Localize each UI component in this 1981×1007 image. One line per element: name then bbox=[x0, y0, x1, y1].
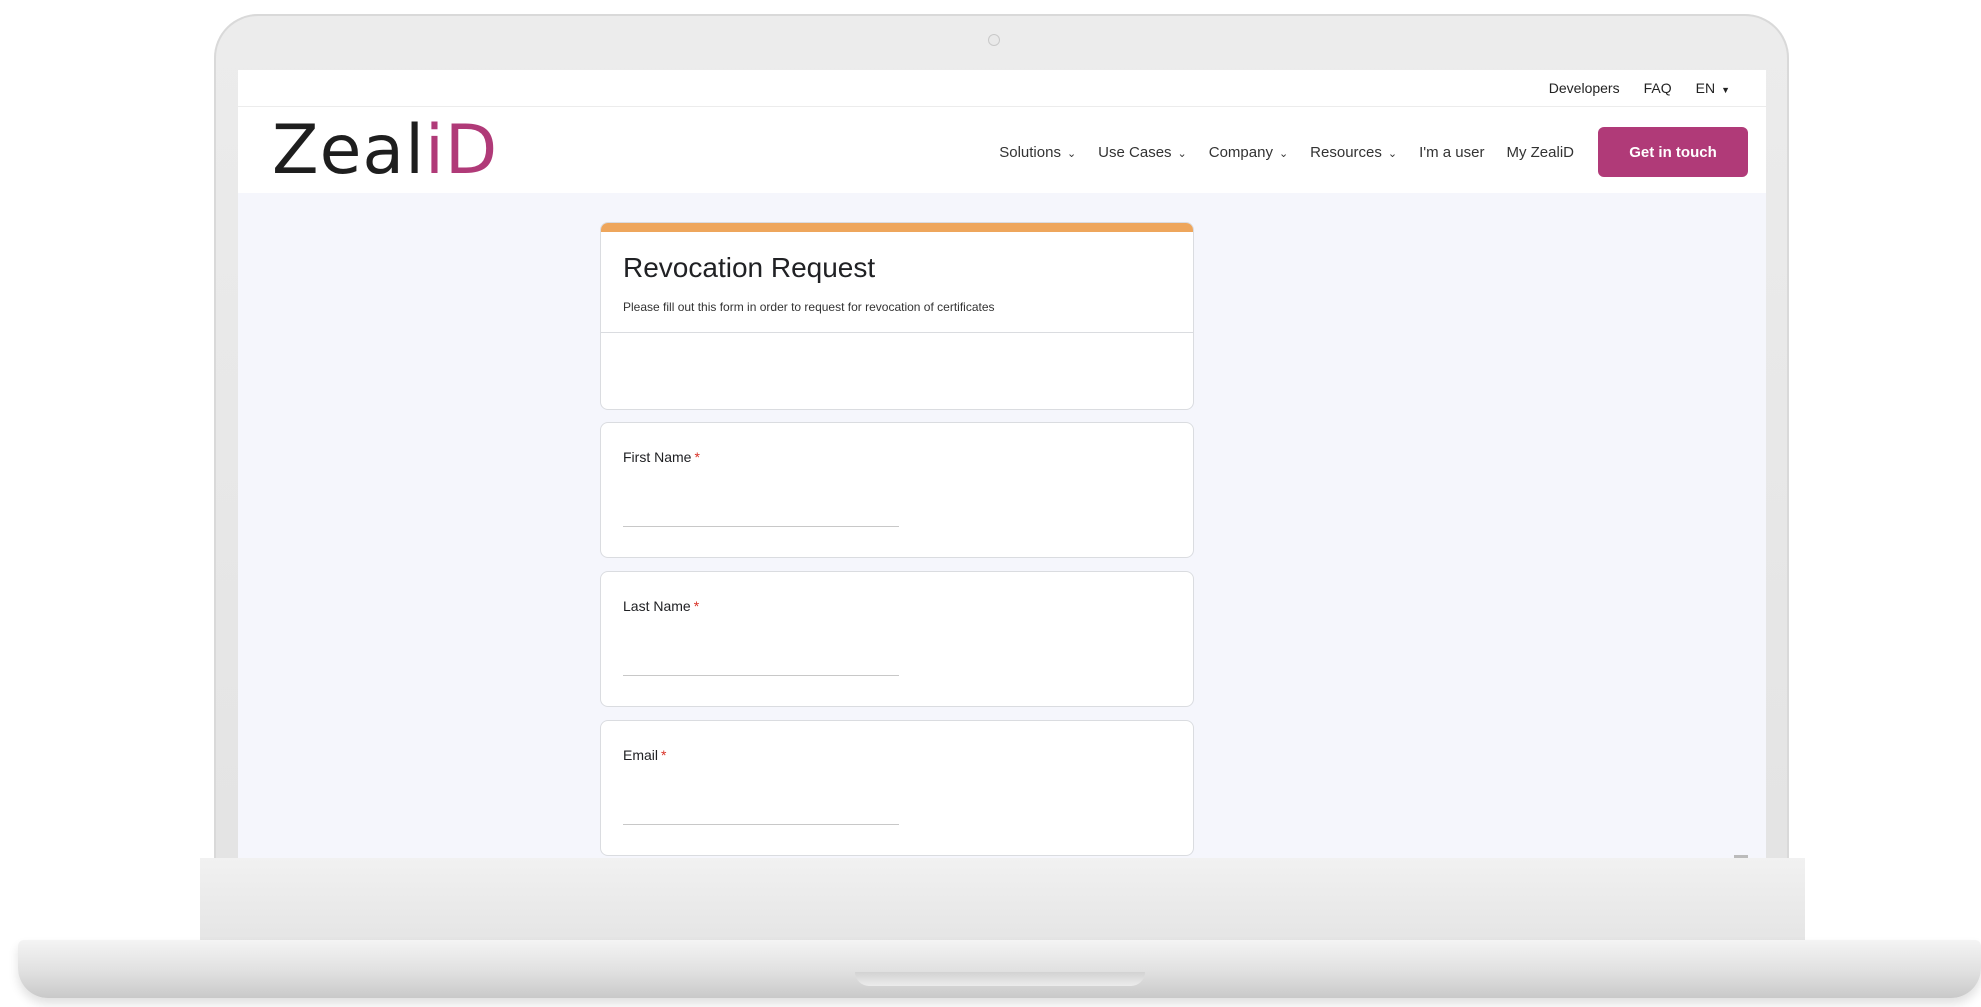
required-marker: * bbox=[694, 449, 700, 465]
nav-menu: Solutions ⌄ Use Cases ⌄ Company ⌄ Resources… bbox=[999, 127, 1748, 177]
nav-item-solutions[interactable]: Solutions ⌄ bbox=[999, 144, 1076, 161]
utility-bar: Developers FAQ EN ▼ bbox=[238, 70, 1766, 107]
nav-item-label: My ZealiD bbox=[1506, 143, 1574, 161]
required-marker: * bbox=[661, 747, 667, 763]
laptop-base bbox=[18, 940, 1981, 998]
language-selector[interactable]: EN ▼ bbox=[1696, 80, 1730, 96]
first-name-input[interactable] bbox=[623, 499, 903, 527]
last-name-card: Last Name * bbox=[600, 571, 1194, 707]
chevron-down-icon: ⌄ bbox=[1066, 147, 1077, 160]
main-navbar: ZealiD Solutions ⌄ Use Cases ⌄ Company ⌄ Re… bbox=[238, 107, 1766, 193]
email-input[interactable] bbox=[623, 797, 903, 825]
caret-down-icon: ▼ bbox=[1721, 85, 1730, 95]
input-underline bbox=[623, 824, 899, 825]
nav-item-use-cases[interactable]: Use Cases ⌄ bbox=[1098, 144, 1187, 161]
form-header-card: Revocation Request Please fill out this … bbox=[600, 222, 1194, 410]
form-accent-stripe bbox=[601, 223, 1193, 232]
nav-item-resources[interactable]: Resources ⌄ bbox=[1310, 144, 1397, 161]
form-description: Please fill out this form in order to re… bbox=[623, 300, 995, 314]
zealid-logo[interactable]: ZealiD bbox=[272, 111, 498, 191]
developers-link[interactable]: Developers bbox=[1549, 80, 1620, 96]
language-label: EN bbox=[1695, 80, 1716, 96]
form-title: Revocation Request bbox=[623, 252, 876, 283]
get-in-touch-button[interactable]: Get in touch bbox=[1598, 127, 1748, 177]
email-label: Email * bbox=[623, 747, 666, 763]
nav-item-my-zealid[interactable]: My ZealiD bbox=[1506, 144, 1574, 161]
laptop-notch bbox=[855, 972, 1145, 986]
faq-link[interactable]: FAQ bbox=[1644, 80, 1672, 96]
input-underline bbox=[623, 526, 899, 527]
laptop-chin bbox=[200, 858, 1805, 940]
first-name-label: First Name * bbox=[623, 449, 700, 465]
camera-icon bbox=[988, 34, 1000, 46]
field-label-text: Last Name bbox=[623, 598, 691, 614]
last-name-label: Last Name * bbox=[623, 598, 699, 614]
field-label-text: Email bbox=[623, 747, 659, 763]
nav-item-label: Company bbox=[1208, 143, 1273, 161]
nav-item-label: Resources bbox=[1310, 143, 1382, 161]
first-name-card: First Name * bbox=[600, 422, 1194, 558]
laptop-screen: Developers FAQ EN ▼ ZealiD Solutions ⌄ Use… bbox=[238, 70, 1766, 858]
required-marker: * bbox=[693, 598, 700, 614]
email-card: Email * bbox=[600, 720, 1194, 856]
logo-text: Zeal bbox=[272, 111, 425, 190]
chevron-down-icon: ⌄ bbox=[1387, 147, 1398, 160]
field-label-text: First Name bbox=[623, 449, 692, 465]
nav-item-label: Solutions bbox=[999, 143, 1061, 161]
nav-item-company[interactable]: Company ⌄ bbox=[1209, 144, 1288, 161]
input-underline bbox=[623, 675, 899, 676]
nav-item-label: Use Cases bbox=[1098, 143, 1172, 161]
chevron-down-icon: ⌄ bbox=[1177, 147, 1187, 160]
scrollbar-thumb[interactable] bbox=[1734, 855, 1748, 858]
divider bbox=[601, 332, 1193, 333]
logo-accent-text: iD bbox=[424, 111, 499, 190]
nav-item-im-a-user[interactable]: I'm a user bbox=[1419, 144, 1484, 161]
nav-item-label: I'm a user bbox=[1419, 143, 1485, 161]
last-name-input[interactable] bbox=[623, 648, 903, 676]
chevron-down-icon: ⌄ bbox=[1278, 147, 1289, 160]
